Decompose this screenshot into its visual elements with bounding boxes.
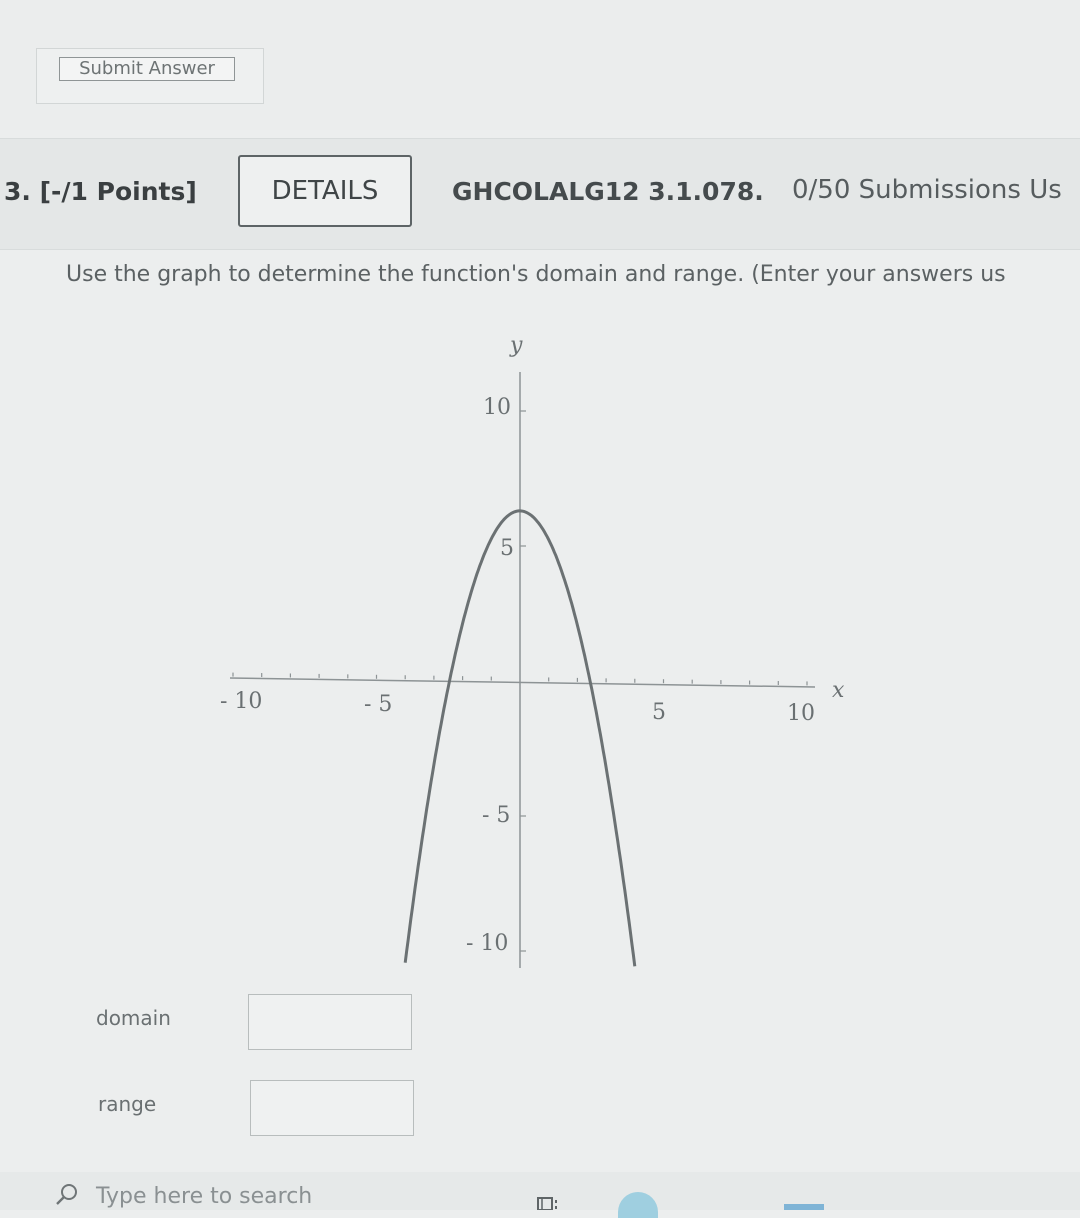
taskbar: Type here to search: [0, 1172, 1080, 1218]
domain-input[interactable]: [248, 994, 412, 1050]
y-tick-label-5: 5: [500, 536, 514, 561]
range-input[interactable]: [250, 1080, 414, 1136]
y-axis-label: y: [509, 333, 523, 358]
domain-label: domain: [96, 1006, 171, 1030]
y-tick-label-neg10: - 10: [466, 931, 508, 956]
question-code: GHCOLALG12 3.1.078.: [452, 177, 764, 206]
search-icon: [56, 1184, 77, 1205]
x-tick-label-neg5: - 5: [364, 692, 392, 717]
previous-question-area: Submit Answer: [0, 0, 1080, 130]
x-axis-label: x: [832, 678, 845, 703]
question-header: 3. [-/1 Points] DETAILS GHCOLALG12 3.1.0…: [0, 138, 1080, 250]
range-label: range: [98, 1092, 157, 1116]
task-view-icon[interactable]: [536, 1194, 566, 1210]
parabola-curve: [403, 509, 637, 967]
x-axis: [229, 677, 816, 688]
x-tick-label-5: 5: [652, 700, 666, 725]
submissions-count: 0/50 Submissions Us: [792, 175, 1062, 205]
x-tick-label-neg10: - 10: [220, 689, 262, 714]
question-prompt: Use the graph to determine the function'…: [66, 262, 1006, 287]
y-tick-label-10: 10: [483, 395, 511, 420]
edge-browser-icon[interactable]: [618, 1192, 658, 1218]
submit-answer-container: Submit Answer: [36, 48, 264, 104]
taskbar-search[interactable]: Type here to search: [52, 1176, 352, 1210]
details-button[interactable]: DETAILS: [238, 155, 412, 227]
y-tick-label-neg5: - 5: [482, 803, 510, 828]
question-number-points: 3. [-/1 Points]: [4, 177, 197, 206]
search-placeholder: Type here to search: [96, 1184, 313, 1209]
x-tick-label-10: 10: [787, 701, 815, 726]
submit-answer-button[interactable]: Submit Answer: [59, 57, 235, 81]
taskbar-app-indicator[interactable]: [784, 1204, 824, 1210]
